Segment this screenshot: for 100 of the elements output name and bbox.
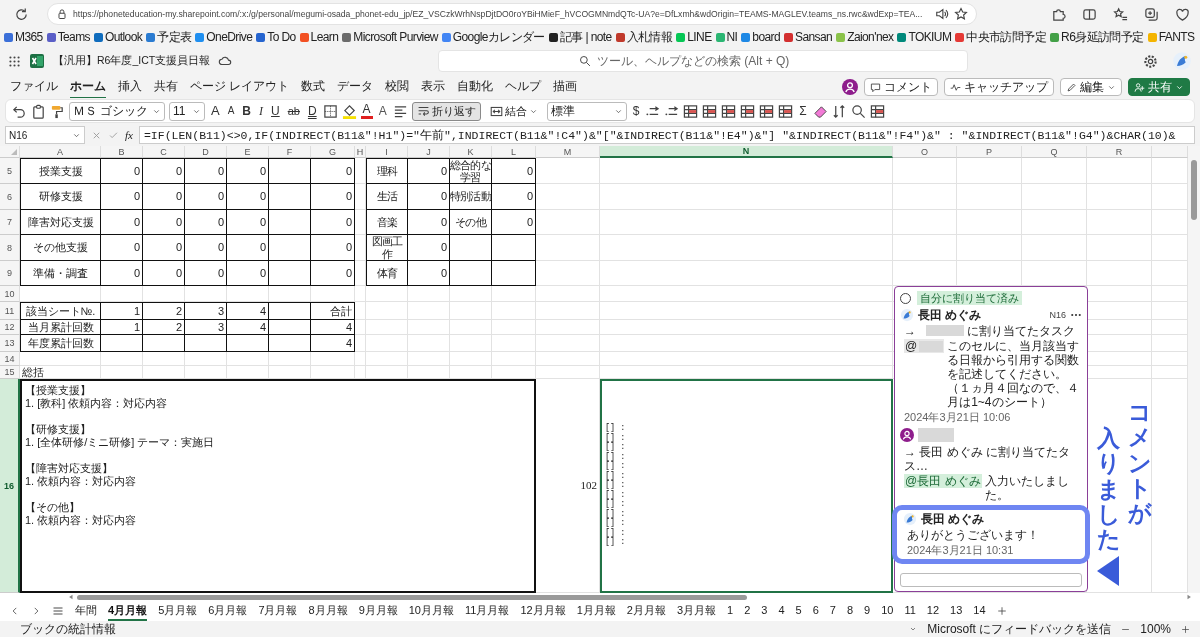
- bookmark-link[interactable]: 入札情報: [615, 28, 673, 46]
- caret-icon[interactable]: [909, 625, 918, 633]
- zoom-in-icon[interactable]: [1181, 624, 1190, 634]
- sheet-tab[interactable]: 5: [795, 603, 802, 619]
- sheet-tab[interactable]: 2月月報: [626, 601, 666, 621]
- ribbon-tab[interactable]: 表示: [421, 75, 446, 99]
- table-grid-icon[interactable]: [740, 103, 756, 119]
- collections-icon[interactable]: [1144, 6, 1159, 22]
- sheet-tab[interactable]: 9: [864, 603, 871, 619]
- sheet-tab[interactable]: 3月月報: [676, 601, 717, 621]
- bookmark-link[interactable]: LINE: [676, 30, 712, 44]
- superscript-button[interactable]: A: [376, 103, 389, 119]
- scroll-thumb[interactable]: [1191, 160, 1197, 220]
- bookmark-link[interactable]: board: [741, 30, 781, 44]
- strikethrough-button[interactable]: ab: [285, 103, 302, 119]
- feedback-link[interactable]: Microsoft にフィードバックを送信: [927, 622, 1112, 636]
- table-grid-icon[interactable]: [683, 103, 699, 119]
- sheet-tab[interactable]: 6月月報: [208, 601, 248, 621]
- row-header[interactable]: 7: [0, 210, 20, 235]
- fill-color-icon[interactable]: [341, 103, 357, 119]
- add-sheet-icon[interactable]: [996, 606, 1007, 616]
- sheet-tab[interactable]: 1月月報: [576, 601, 616, 621]
- bookmark-link[interactable]: NI: [715, 30, 738, 44]
- table-grid-icon[interactable]: [759, 103, 775, 119]
- sheet-tab[interactable]: 13: [950, 603, 963, 619]
- underline-button[interactable]: U: [269, 103, 282, 119]
- search-icon[interactable]: [850, 103, 866, 119]
- eraser-icon[interactable]: [812, 103, 828, 119]
- bookmark-link[interactable]: Googleカレンダー: [441, 28, 545, 46]
- address-field[interactable]: https://phoneteducation-my.sharepoint.com/:x:/g/personal/megumi-osada_phonet-edu_jp/EZ_VSCzkWrhNspDjtDO0roYBiHMieF_hVCOGMNmdQTc-UA?e=DfLxmh&wdOrigin=TEAMS-MAGLEV.teams_ns.rwc&wdExp=TEA...: [47, 3, 977, 25]
- ribbon-tab[interactable]: データ: [337, 75, 374, 99]
- sheet-tab[interactable]: 8: [846, 603, 854, 619]
- ribbon-tab[interactable]: ページ レイアウト: [190, 75, 290, 99]
- reply-field[interactable]: [900, 573, 1082, 587]
- borders-icon[interactable]: [322, 103, 338, 119]
- document-title[interactable]: 【汎用】R6年度_ICT支援員日報: [53, 54, 211, 68]
- name-box[interactable]: N16: [5, 126, 85, 144]
- row-header[interactable]: 13: [0, 335, 20, 352]
- star-icon[interactable]: [954, 7, 968, 21]
- refresh-icon[interactable]: [14, 6, 29, 22]
- search-field[interactable]: ツール、ヘルプなどの検索 (Alt + Q): [438, 50, 968, 72]
- merge-button[interactable]: 結合: [484, 101, 543, 121]
- scroll-right-icon[interactable]: [1186, 594, 1192, 600]
- sheet-tab[interactable]: 14: [973, 603, 986, 619]
- autosum-button[interactable]: Σ: [797, 103, 809, 119]
- catch-up-button[interactable]: キャッチアップ: [944, 78, 1054, 96]
- currency-button[interactable]: $: [630, 103, 642, 119]
- column-header[interactable]: H: [355, 146, 366, 158]
- row-header[interactable]: 16: [0, 379, 20, 593]
- bookmark-link[interactable]: 記事 | note: [548, 28, 612, 46]
- bookmark-link[interactable]: Outlook: [94, 30, 143, 44]
- avatar-icon[interactable]: [842, 79, 858, 95]
- column-header[interactable]: L: [492, 146, 536, 158]
- row-header[interactable]: 5: [0, 158, 20, 184]
- avatar-icon[interactable]: [1172, 51, 1192, 71]
- favorites-icon[interactable]: [1113, 6, 1128, 22]
- bookmark-link[interactable]: R6身延訪問予定: [1050, 28, 1144, 46]
- speaker-icon[interactable]: [935, 7, 949, 21]
- app-launcher-icon[interactable]: [8, 54, 21, 68]
- cloud-icon[interactable]: [218, 54, 233, 68]
- column-header[interactable]: N: [600, 146, 893, 158]
- bookmark-link[interactable]: TOKIUM: [897, 30, 952, 44]
- settings-icon[interactable]: [1143, 53, 1158, 69]
- column-header[interactable]: D: [185, 146, 227, 158]
- sheet-tab[interactable]: 3: [761, 603, 768, 619]
- bookmark-link[interactable]: FANTS: [1147, 30, 1195, 44]
- row-header[interactable]: 11: [0, 302, 20, 320]
- bookmark-link[interactable]: OneDrive: [195, 30, 253, 44]
- mention-tag[interactable]: @長田 めぐみ: [904, 474, 982, 488]
- row-header[interactable]: 8: [0, 235, 20, 261]
- table-grid-icon[interactable]: [778, 103, 794, 119]
- status-text[interactable]: ブックの統計情報: [20, 622, 116, 636]
- row-header[interactable]: 15: [0, 366, 20, 379]
- ribbon-tab[interactable]: 描画: [553, 75, 578, 99]
- font-dropdown[interactable]: ＭＳ ゴシック: [69, 101, 165, 121]
- bookmark-link[interactable]: Learn: [299, 30, 339, 44]
- row-header[interactable]: 10: [0, 286, 20, 302]
- sheet-tab[interactable]: 4: [778, 603, 785, 619]
- table-grid-icon[interactable]: [869, 103, 885, 119]
- column-header[interactable]: M: [536, 146, 600, 158]
- column-header[interactable]: B: [101, 146, 143, 158]
- column-header[interactable]: E: [227, 146, 269, 158]
- sheet-tab[interactable]: 9月月報: [358, 601, 398, 621]
- bookmark-link[interactable]: M365: [4, 30, 43, 44]
- sheet-tab[interactable]: 1: [727, 603, 734, 619]
- number-format-dropdown[interactable]: 標準: [546, 101, 627, 121]
- ribbon-tab[interactable]: 校閲: [385, 75, 410, 99]
- ribbon-tab[interactable]: 共有: [154, 75, 178, 99]
- comments-button[interactable]: コメント: [864, 78, 938, 96]
- sheet-tab[interactable]: 年間: [75, 601, 97, 621]
- row-header[interactable]: 14: [0, 352, 20, 366]
- bold-button[interactable]: B: [240, 103, 253, 119]
- bookmark-link[interactable]: 予定表: [146, 28, 192, 46]
- sheet-tab[interactable]: 11: [904, 603, 916, 619]
- column-header[interactable]: G: [311, 146, 355, 158]
- sheet-tab[interactable]: 12: [926, 603, 940, 619]
- column-header[interactable]: I: [366, 146, 408, 158]
- row-header[interactable]: 12: [0, 320, 20, 335]
- mention-tag[interactable]: @: [904, 339, 945, 353]
- zoom-level[interactable]: 100%: [1140, 622, 1171, 636]
